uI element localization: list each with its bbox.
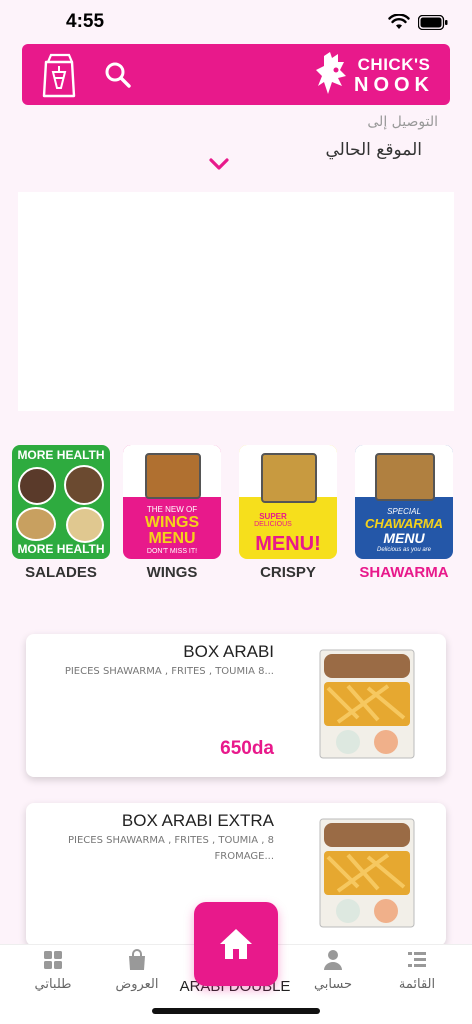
- shawarma-art-line1: SPECIAL: [387, 507, 421, 516]
- wings-art-line1: THE NEW OF: [146, 505, 198, 514]
- logo-line2: NOOK: [354, 73, 434, 96]
- crispy-art-line3: MENU!: [255, 533, 321, 555]
- crispy-art-line2: DELICIOUS: [254, 521, 292, 528]
- tab-label: طلباتي: [34, 977, 72, 992]
- wings-art-line4: DON'T MISS IT!: [146, 548, 198, 555]
- category-wings[interactable]: THE NEW OF WINGS MENU DON'T MISS IT! WIN…: [121, 445, 223, 581]
- promo-banner[interactable]: [18, 192, 454, 411]
- tab-menu[interactable]: القائمة: [382, 949, 452, 992]
- category-wings-image: THE NEW OF WINGS MENU DON'T MISS IT!: [123, 445, 221, 559]
- status-bar: 4:55: [0, 0, 472, 44]
- category-crispy[interactable]: SUPER DELICIOUS MENU! CRISPY: [237, 445, 339, 581]
- status-icons: [388, 14, 448, 30]
- category-label: WINGS: [146, 564, 198, 581]
- shawarma-art-line2: CHAWARMA: [365, 516, 443, 531]
- tab-offers[interactable]: العروض: [102, 949, 172, 992]
- person-icon: [324, 950, 342, 970]
- product-title: BOX ARABI EXTRA: [121, 811, 274, 830]
- product-image: [319, 649, 415, 759]
- product-price: 650da: [220, 738, 274, 759]
- product-title: BOX ARABI: [183, 642, 274, 661]
- bag-icon: [129, 949, 145, 970]
- tab-label: حسابي: [313, 977, 353, 992]
- product-description: PIECES SHAWARMA , FRITES , TOUMIA , 8 FR…: [68, 835, 274, 862]
- chick-logo-icon: [316, 51, 346, 94]
- category-label: CRISPY: [260, 564, 316, 581]
- home-icon: [220, 929, 252, 959]
- wifi-icon: [388, 14, 410, 29]
- shopping-bag-icon[interactable]: [40, 53, 80, 97]
- grid-icon: [44, 951, 62, 969]
- category-label: SHAWARMA: [359, 564, 449, 581]
- list-icon: [408, 952, 426, 967]
- status-time: 4:55: [66, 11, 105, 32]
- home-indicator: [152, 1008, 320, 1014]
- app-header: CHICK'S NOOK: [22, 44, 450, 105]
- product-image: [319, 818, 415, 928]
- logo-line1: CHICK'S: [357, 54, 431, 74]
- tab-my-orders[interactable]: طلباتي: [18, 949, 88, 992]
- battery-icon: [418, 14, 448, 30]
- search-icon[interactable]: [98, 55, 138, 95]
- shawarma-art-line3: MENU: [383, 530, 425, 546]
- crispy-art-line1: SUPER: [259, 512, 287, 521]
- product-card[interactable]: BOX ARABI PIECES SHAWARMA , FRITES , TOU…: [26, 634, 446, 777]
- category-salades-image: MORE HEALTH MORE HEALTH: [12, 445, 110, 559]
- category-crispy-image: SUPER DELICIOUS MENU!: [239, 445, 337, 559]
- shawarma-art-line4: Delicious as you are: [376, 547, 432, 553]
- brand-logo: CHICK'S NOOK: [316, 51, 434, 98]
- delivery-location[interactable]: الموقع الحالي: [326, 140, 423, 160]
- category-shawarma[interactable]: SPECIAL CHAWARMA MENU Delicious as you a…: [353, 445, 455, 581]
- category-label: SALADES: [25, 564, 97, 581]
- salades-art-bottom: MORE HEALTH: [17, 542, 105, 556]
- category-strip: MORE HEALTH MORE HEALTH SALADES THE NEW …: [0, 445, 472, 585]
- product-description: PIECES SHAWARMA , FRITES , TOUMIA 8...: [64, 666, 274, 677]
- chevron-down-icon[interactable]: [208, 156, 230, 172]
- tab-label: العروض: [115, 977, 159, 992]
- tab-label: القائمة: [398, 977, 436, 992]
- category-salades[interactable]: MORE HEALTH MORE HEALTH SALADES: [10, 445, 112, 581]
- tab-account[interactable]: حسابي: [298, 949, 368, 992]
- wings-art-line3: MENU: [148, 530, 196, 547]
- home-button[interactable]: [194, 902, 278, 986]
- salades-art-top: MORE HEALTH: [17, 448, 105, 462]
- delivery-label: التوصيل إلى: [367, 114, 438, 130]
- category-shawarma-image: SPECIAL CHAWARMA MENU Delicious as you a…: [355, 445, 453, 559]
